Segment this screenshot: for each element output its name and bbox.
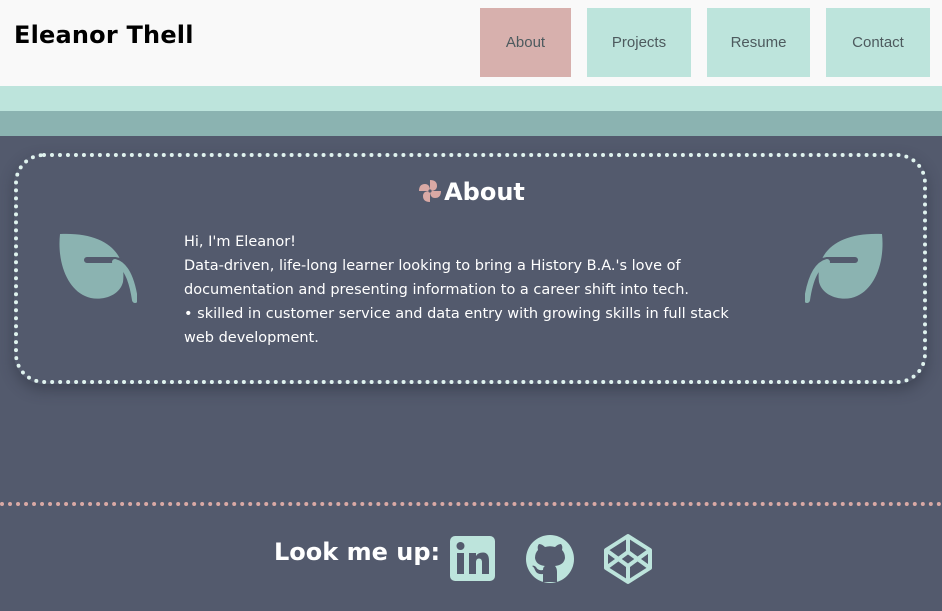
- linkedin-icon[interactable]: [450, 536, 495, 581]
- nav-contact-button[interactable]: Contact: [826, 8, 930, 77]
- leaf-icon: [59, 233, 137, 303]
- nav-about-button[interactable]: About: [480, 8, 571, 77]
- footer-divider: [0, 502, 942, 506]
- about-summary: Data-driven, life-long learner looking t…: [184, 258, 690, 298]
- nav-projects-button[interactable]: Projects: [587, 8, 691, 77]
- site-header: Eleanor Thell About Projects Resume Cont…: [0, 0, 942, 86]
- header-band-mid: [0, 111, 942, 136]
- leaf-icon: [805, 233, 883, 303]
- nav-resume-button[interactable]: Resume: [707, 8, 810, 77]
- about-heading-text: About: [444, 178, 525, 206]
- about-heading: About: [0, 178, 942, 206]
- about-greeting: Hi, I'm Eleanor!: [184, 234, 296, 250]
- about-text: Hi, I'm Eleanor! Data-driven, life-long …: [184, 230, 759, 350]
- header-band-light: [0, 86, 942, 111]
- about-skills: • skilled in customer service and data e…: [184, 306, 729, 346]
- codepen-icon[interactable]: [602, 533, 654, 585]
- lookup-label: Look me up:: [274, 538, 441, 566]
- github-icon[interactable]: [525, 534, 575, 584]
- pinwheel-icon: [419, 180, 442, 202]
- site-title[interactable]: Eleanor Thell: [14, 21, 194, 49]
